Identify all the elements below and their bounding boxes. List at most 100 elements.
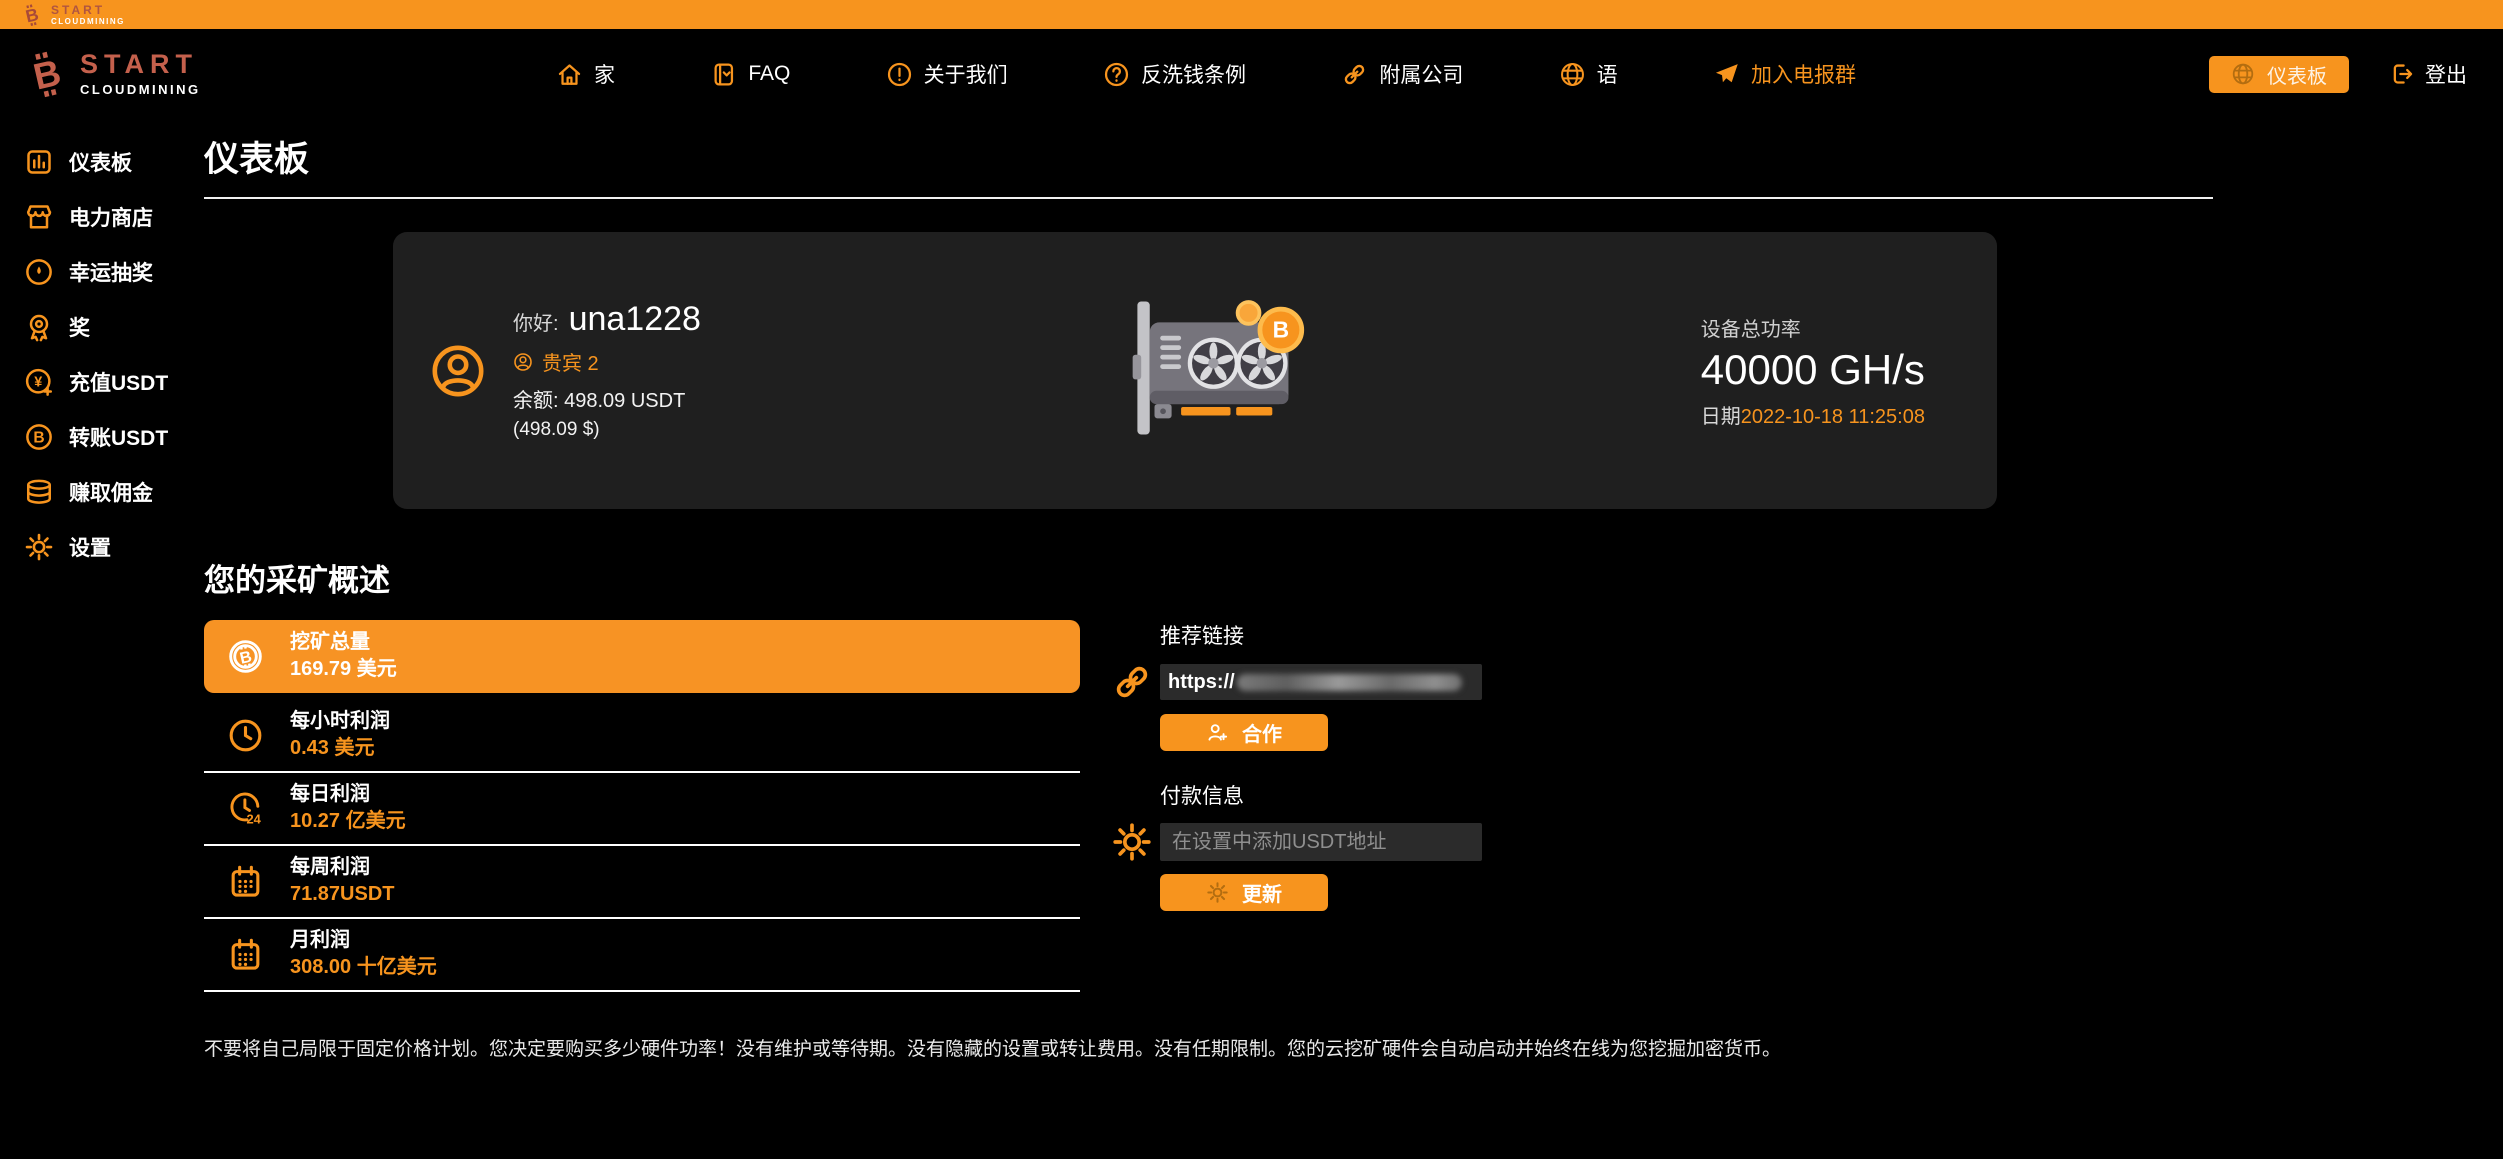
gpu-graphic-icon: B: [1126, 292, 1316, 444]
stat-value: 0.43 美元: [290, 736, 390, 761]
gear-icon: [1111, 821, 1153, 863]
vip-avatar-icon: [513, 352, 533, 372]
stat-row-total-mined[interactable]: 挖矿总量 169.79 美元: [204, 620, 1080, 693]
sidebar-item-label: 转账USDT: [69, 422, 168, 452]
globe-icon: [1559, 61, 1586, 88]
stat-row-weekly-profit[interactable]: 每周利润 71.87USDT: [204, 846, 1080, 919]
telegram-plane-icon: [1713, 61, 1740, 88]
nav-item-label: 加入电报群: [1751, 59, 1856, 89]
sidebar-item-deposit-usdt[interactable]: 充值USDT: [24, 367, 190, 397]
stat-label: 每日利润: [290, 782, 406, 807]
gpu-illustration: B: [1126, 292, 1316, 449]
referral-link-field[interactable]: https://: [1160, 664, 1482, 700]
bitcoin-logo-icon: [26, 49, 68, 99]
user-info-block: 你好: una1228 贵宾 2 余额: 498.09 USDT (498.09…: [429, 300, 701, 441]
svg-text:B: B: [1272, 317, 1288, 343]
main-content: 仪表板 你好: una1228 贵宾 2: [190, 119, 2503, 1061]
date-label: 日期: [1701, 406, 1741, 428]
usdt-address-input[interactable]: [1160, 823, 1482, 861]
footer-note: 不要将自己局限于固定价格计划。您决定要购买多少硬件功率！没有维护或等待期。没有隐…: [204, 1034, 2204, 1061]
nav-menu: 家 FAQ 关于我们 反洗钱条例 附属公司 语: [556, 59, 1856, 89]
stat-label: 月利润: [290, 928, 437, 953]
sidebar-item-label: 奖: [69, 312, 90, 342]
nav-item-label: 语: [1597, 59, 1618, 89]
sidebar-item-label: 设置: [69, 532, 111, 562]
navbar-brand-subtitle: CLOUDMINING: [80, 82, 201, 97]
nav-item-join-telegram[interactable]: 加入电报群: [1713, 59, 1856, 89]
nav-item-language[interactable]: 语: [1559, 59, 1618, 89]
device-power-block: 设备总功率 40000 GH/s 日期2022-10-18 11:25:08: [1701, 313, 1925, 429]
sidebar-item-transfer-usdt[interactable]: 转账USDT: [24, 422, 190, 452]
logout-label: 登出: [2425, 59, 2467, 89]
stat-label: 挖矿总量: [290, 630, 397, 655]
nav-item-label: FAQ: [748, 62, 790, 86]
vip-badge: 贵宾 2: [513, 347, 701, 376]
page-title: 仪表板: [204, 131, 2213, 199]
nav-right-actions: 仪表板 登出: [2209, 56, 2467, 93]
mining-overview-title: 您的采矿概述: [204, 555, 2503, 600]
nav-item-label: 附属公司: [1379, 59, 1463, 89]
date-line: 日期2022-10-18 11:25:08: [1701, 400, 1925, 429]
logout-icon: [2389, 61, 2415, 87]
referral-payment-panel: 推荐链接 https:// 合作: [1104, 620, 1482, 992]
stat-value: 169.79 美元: [290, 657, 397, 682]
stat-row-daily-profit[interactable]: 每日利润 10.27 亿美元: [204, 773, 1080, 846]
mining-stats-list: 挖矿总量 169.79 美元 每小时利润 0.43 美元: [204, 620, 1080, 992]
nav-item-home[interactable]: 家: [556, 59, 615, 89]
username: una1228: [569, 300, 701, 339]
nav-item-faq[interactable]: FAQ: [710, 61, 790, 88]
logout-button[interactable]: 登出: [2389, 59, 2467, 89]
coins-icon: [24, 477, 54, 507]
bitcoin-logo-icon: [22, 3, 42, 27]
sidebar-item-power-store[interactable]: 电力商店: [24, 202, 190, 232]
sidebar-item-dashboard[interactable]: 仪表板: [24, 147, 190, 177]
question-circle-icon: [1103, 61, 1130, 88]
sidebar-item-label: 充值USDT: [69, 367, 168, 397]
dashboard-button[interactable]: 仪表板: [2209, 56, 2349, 93]
sidebar-item-label: 电力商店: [69, 202, 153, 232]
calendar-icon: [227, 936, 264, 973]
update-button[interactable]: 更新: [1160, 874, 1328, 911]
globe-icon: [2231, 62, 2255, 86]
update-button-label: 更新: [1242, 878, 1282, 907]
navbar-brand-name: START: [80, 51, 201, 78]
avatar: [429, 342, 487, 400]
chain-link-icon: [1111, 661, 1153, 703]
sidebar-item-label: 幸运抽奖: [69, 257, 153, 287]
vip-label: 贵宾 2: [542, 347, 599, 376]
stat-row-monthly-profit[interactable]: 月利润 308.00 十亿美元: [204, 919, 1080, 992]
lucky-draw-icon: [24, 257, 54, 287]
date-value: 2022-10-18 11:25:08: [1741, 406, 1925, 428]
bitcoin-icon: [227, 638, 264, 675]
main-navbar: START CLOUDMINING 家 FAQ 关于我们 反洗钱条例: [0, 29, 2503, 119]
gear-icon: [1206, 881, 1229, 904]
partner-button[interactable]: 合作: [1160, 714, 1328, 751]
greeting-label: 你好:: [513, 307, 559, 336]
navbar-brand-logo[interactable]: START CLOUDMINING: [26, 49, 356, 99]
sidebar-item-settings[interactable]: 设置: [24, 532, 190, 562]
power-value: 40000 GH/s: [1701, 346, 1925, 394]
sidebar-item-award[interactable]: 奖: [24, 312, 190, 342]
payment-info-label: 付款信息: [1160, 780, 1244, 810]
referral-label: 推荐链接: [1160, 620, 1244, 650]
nav-item-label: 家: [594, 59, 615, 89]
sidebar-item-earn-commission[interactable]: 赚取佣金: [24, 477, 190, 507]
blurred-link-text: [1237, 674, 1462, 691]
person-plus-icon: [1206, 721, 1229, 744]
stat-label: 每小时利润: [290, 709, 390, 734]
topbar-brand-logo[interactable]: START CLOUDMINING: [22, 3, 125, 27]
faq-book-icon: [710, 61, 737, 88]
nav-item-affiliate[interactable]: 附属公司: [1341, 59, 1463, 89]
nav-item-label: 关于我们: [924, 59, 1008, 89]
sidebar-item-lucky-draw[interactable]: 幸运抽奖: [24, 257, 190, 287]
clock-24-icon: [227, 790, 264, 827]
topbar-brand-subtitle: CLOUDMINING: [51, 17, 125, 26]
nav-item-about-us[interactable]: 关于我们: [886, 59, 1008, 89]
stat-row-hourly-profit[interactable]: 每小时利润 0.43 美元: [204, 700, 1080, 773]
stat-label: 每周利润: [290, 855, 395, 880]
clock-icon: [227, 717, 264, 754]
sidebar: 仪表板 电力商店 幸运抽奖 奖 充值USDT 转账USDT: [0, 119, 190, 1061]
account-summary-card: 你好: una1228 贵宾 2 余额: 498.09 USDT (498.09…: [393, 232, 1997, 509]
nav-item-aml-policy[interactable]: 反洗钱条例: [1103, 59, 1246, 89]
top-orange-bar: START CLOUDMINING: [0, 0, 2503, 29]
